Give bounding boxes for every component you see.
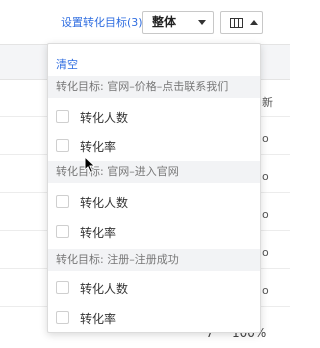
table-header-fragment: 新 [262,96,273,109]
scope-select-value: 整体 [152,15,177,29]
option-conversion-count[interactable]: 转化人数 [56,192,256,212]
group-header: 转化目标: 注册–注册成功 [48,249,260,271]
chevron-down-icon [198,20,206,25]
column-selector-dropdown: 清空 转化目标: 官网–价格–点击联系我们 转化人数 转化率 转化目标: 官网–… [47,43,261,333]
option-label: 转化率 [80,226,117,240]
option-label: 转化率 [80,312,117,326]
checkbox[interactable] [56,110,69,123]
checkbox[interactable] [56,225,69,238]
option-label: 转化人数 [80,282,129,296]
option-conversion-count[interactable]: 转化人数 [56,107,256,127]
table-cell-fragment: o [262,132,269,145]
chevron-up-icon [250,20,258,25]
columns-icon [230,18,243,28]
clear-button[interactable]: 清空 [56,56,78,72]
checkbox[interactable] [56,281,69,294]
checkbox[interactable] [56,139,69,152]
mouse-cursor-icon [84,156,96,174]
column-settings-button[interactable] [220,11,263,34]
table-cell-fragment: o [262,208,269,221]
group-header: 转化目标: 官网–价格–点击联系我们 [48,76,260,98]
group-header: 转化目标: 官网–进入官网 [48,161,260,183]
scope-select[interactable]: 整体 [142,11,214,34]
option-conversion-rate[interactable]: 转化率 [56,136,256,156]
table-cell-fragment: o [262,246,269,259]
checkbox[interactable] [56,311,69,324]
table-cell-fragment: o [262,170,269,183]
option-conversion-rate[interactable]: 转化率 [56,308,256,328]
page: 设置转化目标(3) 整体 新 o o o o o 7 100% 清空 转化目标:… [0,0,290,348]
toolbar: 设置转化目标(3) 整体 [0,0,290,44]
option-label: 转化率 [80,140,117,154]
checkbox[interactable] [56,195,69,208]
option-conversion-count[interactable]: 转化人数 [56,278,256,298]
table-cell-fragment: o [262,284,269,297]
set-conversion-goals-link[interactable]: 设置转化目标(3) [61,14,143,30]
option-label: 转化人数 [80,111,129,125]
option-label: 转化人数 [80,196,129,210]
option-conversion-rate[interactable]: 转化率 [56,222,256,242]
